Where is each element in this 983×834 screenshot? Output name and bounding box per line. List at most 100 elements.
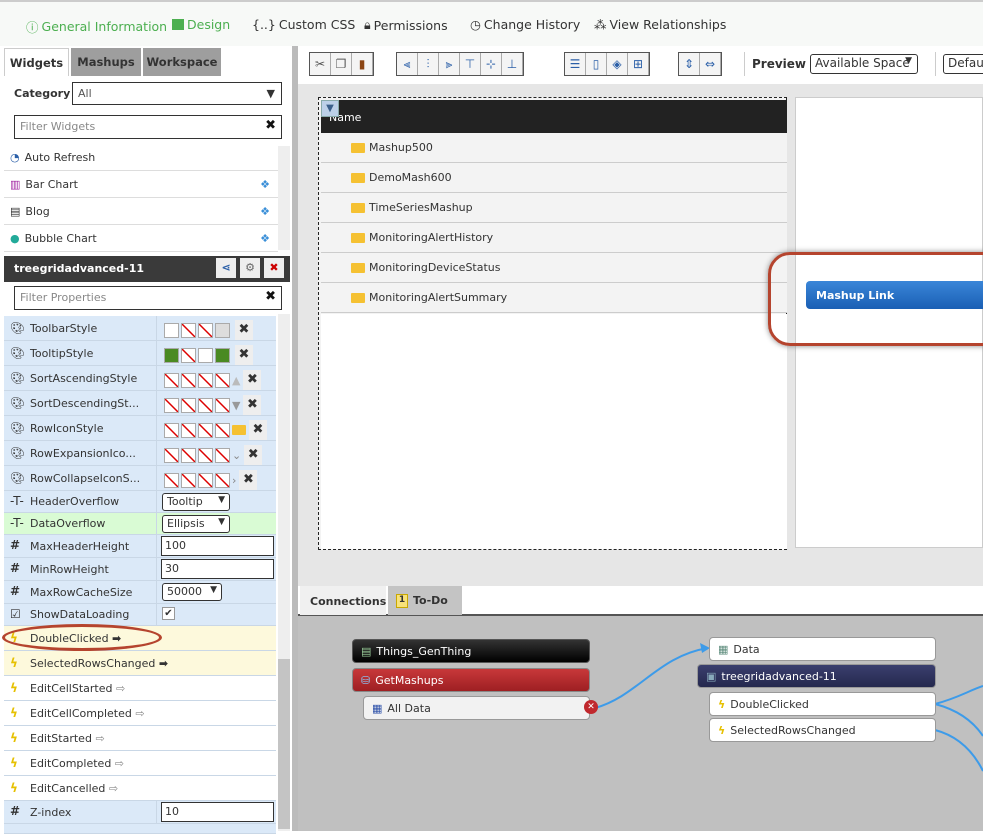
widget-item-blog[interactable]: ▤ Blog ❖ [4,198,278,225]
lightning-icon: ϟ [10,781,18,795]
category-select[interactable]: All ▼ [72,82,282,105]
clear-style-icon[interactable]: ✖ [239,470,258,490]
event-selected-rows-changed[interactable]: ϟ SelectedRowsChanged ➡ [4,651,276,676]
arrow-outline-icon: ⇨ [95,732,105,745]
event-edit-cell-completed[interactable]: ϟ EditCellCompleted ⇨ [4,701,276,726]
fill-icon[interactable]: ⊞ [628,53,649,75]
property-row-expansion-icon-style[interactable]: 🎨︎ RowExpansionIco... ⌄ ✖ [4,441,276,466]
node-selected-rows-changed[interactable]: ϟ SelectedRowsChanged [709,718,936,742]
event-edit-cancelled[interactable]: ϟ EditCancelled ⇨ [4,776,276,801]
clear-style-icon[interactable]: ✖ [249,420,267,440]
properties-scrollbar[interactable] [278,314,290,831]
node-double-clicked[interactable]: ϟ DoubleClicked [709,692,936,716]
property-row-icon-style[interactable]: 🎨︎ RowIconStyle ✖ [4,416,276,441]
align-top-icon[interactable]: ⊤ [460,53,481,75]
grid-row[interactable]: MonitoringAlertHistory [321,223,787,253]
widget-menu-dropdown-icon[interactable]: ▼ [321,100,339,117]
property-header-overflow[interactable]: -T- HeaderOverflow Tooltip ▼ [4,491,276,516]
widget-item-bar-chart[interactable]: ▥ Bar Chart ❖ [4,171,278,198]
grid-row[interactable]: TimeSeriesMashup [321,193,787,223]
property-toolbar-style[interactable]: 🎨︎ ToolbarStyle ✖ [4,316,276,341]
top-navigation: ⓘ General Information Design {..} Custom C… [0,0,983,46]
copy-icon[interactable]: ❐ [331,53,352,75]
gear-icon[interactable]: ⚙ [240,258,260,278]
clear-icon[interactable]: ✖ [265,289,276,304]
folder-icon [351,292,365,303]
widget-item-bubble-chart[interactable]: ● Bubble Chart ❖ [4,225,278,252]
property-data-overflow[interactable]: -T- DataOverflow Ellipsis ▼ [4,513,276,538]
show-data-loading-checkbox[interactable]: ✔ [162,607,175,620]
node-things-genthing[interactable]: ▤ Things_GenThing [352,639,590,663]
nav-change-history[interactable]: ◷ Change History [470,17,580,32]
paste-icon[interactable]: ▮ [352,53,373,75]
align-middle-icon[interactable]: ⊹ [481,53,502,75]
node-get-mashups[interactable]: ⛁ GetMashups [352,668,590,692]
tree-grid-widget[interactable]: Name ▼ Mashup500 DemoMash600 TimeSeriesMas… [318,97,787,550]
align-bottom-icon[interactable]: ⊥ [502,53,523,75]
nav-design[interactable]: Design [172,17,230,32]
property-show-data-loading[interactable]: ☑ ShowDataLoading ✔ [4,604,276,629]
node-treegridadvanced[interactable]: ▣ treegridadvanced-11 [697,664,936,688]
property-z-index[interactable]: # Z-index 10 [4,801,276,826]
event-edit-cell-started[interactable]: ϟ EditCellStarted ⇨ [4,676,276,701]
node-all-data[interactable]: ▦ All Data [363,696,590,720]
nav-permissions[interactable]: 🔒︎ Permissions [364,17,448,33]
same-width-icon[interactable]: ☰ [565,53,586,75]
delete-icon[interactable]: ✖ [264,258,284,278]
widget-item-auto-refresh[interactable]: ◔ Auto Refresh [4,144,278,171]
clear-style-icon[interactable]: ✖ [243,395,262,415]
clear-style-icon[interactable]: ✖ [235,345,253,365]
clear-style-icon[interactable]: ✖ [235,320,253,340]
center-icon[interactable]: ◈ [607,53,628,75]
property-sort-descending-style[interactable]: 🎨︎ SortDescendingSt... ▼ ✖ [4,391,276,416]
remove-binding-icon[interactable]: ✕ [584,700,598,714]
max-header-height-input[interactable]: 100 [161,536,274,556]
arrow-outline-icon: ⇨ [108,782,119,795]
align-left-icon[interactable]: ⫷ [397,53,418,75]
event-edit-started[interactable]: ϟ EditStarted ⇨ [4,726,276,751]
same-height-icon[interactable]: ▯ [586,53,607,75]
share-icon[interactable]: ⋖ [216,258,236,278]
checkbox-property-icon: ☑ [10,607,21,621]
tab-mashups[interactable]: Mashups [71,48,141,76]
min-row-height-input[interactable]: 30 [161,559,274,579]
distribute-vertical-icon[interactable]: ⇕ [679,53,700,75]
grid-row[interactable]: DemoMash600 [321,163,787,193]
property-max-header-height[interactable]: # MaxHeaderHeight 100 [4,535,276,560]
nav-custom-css[interactable]: {..} Custom CSS [252,17,355,32]
align-right-icon[interactable]: ⫸ [439,53,460,75]
align-center-icon[interactable]: ⫶ [418,53,439,75]
property-min-row-height[interactable]: # MinRowHeight 30 [4,558,276,583]
filter-properties-input[interactable]: Filter Properties ✖ [14,286,282,310]
arrow-right-icon: ➡ [158,657,169,670]
node-data[interactable]: ▦ Data [709,637,936,661]
widget-list-scrollbar[interactable] [278,146,290,250]
grid-row[interactable]: MonitoringDeviceStatus [321,253,787,283]
z-index-input[interactable]: 10 [161,802,274,822]
grid-row[interactable]: Mashup500 [321,133,787,163]
property-max-row-cache-size[interactable]: # MaxRowCacheSize 50000 ▼ [4,581,276,606]
filter-widgets-input[interactable]: Filter Widgets ✖ [14,115,282,139]
lightning-icon: ϟ [718,723,726,737]
grid-header-name[interactable]: Name [321,100,787,133]
clear-style-icon[interactable]: ✖ [244,445,263,465]
tab-workspace[interactable]: Workspace [143,48,221,76]
default-select[interactable]: Defaul [943,54,983,74]
preview-select[interactable]: Available Space ▼ [810,54,918,74]
nav-general-information[interactable]: ⓘ General Information [26,17,167,36]
number-icon: # [10,538,21,552]
max-row-cache-select[interactable]: 50000 ▼ [162,583,222,601]
header-overflow-select[interactable]: Tooltip ▼ [162,493,230,511]
tab-widgets[interactable]: Widgets [4,48,69,76]
clear-style-icon[interactable]: ✖ [243,370,262,390]
nav-view-relationships[interactable]: ⁂ View Relationships [594,17,726,32]
property-tooltip-style[interactable]: 🎨︎ TooltipStyle ✖ [4,341,276,366]
clear-icon[interactable]: ✖ [265,118,276,133]
data-overflow-select[interactable]: Ellipsis ▼ [162,515,230,533]
property-sort-ascending-style[interactable]: 🎨︎ SortAscendingStyle ▲ ✖ [4,366,276,391]
distribute-horizontal-icon[interactable]: ⇔ [700,53,721,75]
grid-row[interactable]: MonitoringAlertSummary [321,283,787,313]
event-edit-completed[interactable]: ϟ EditCompleted ⇨ [4,751,276,776]
property-row-collapse-icon-style[interactable]: 🎨︎ RowCollapseIconS... › ✖ [4,466,276,491]
cut-icon[interactable]: ✂ [310,53,331,75]
